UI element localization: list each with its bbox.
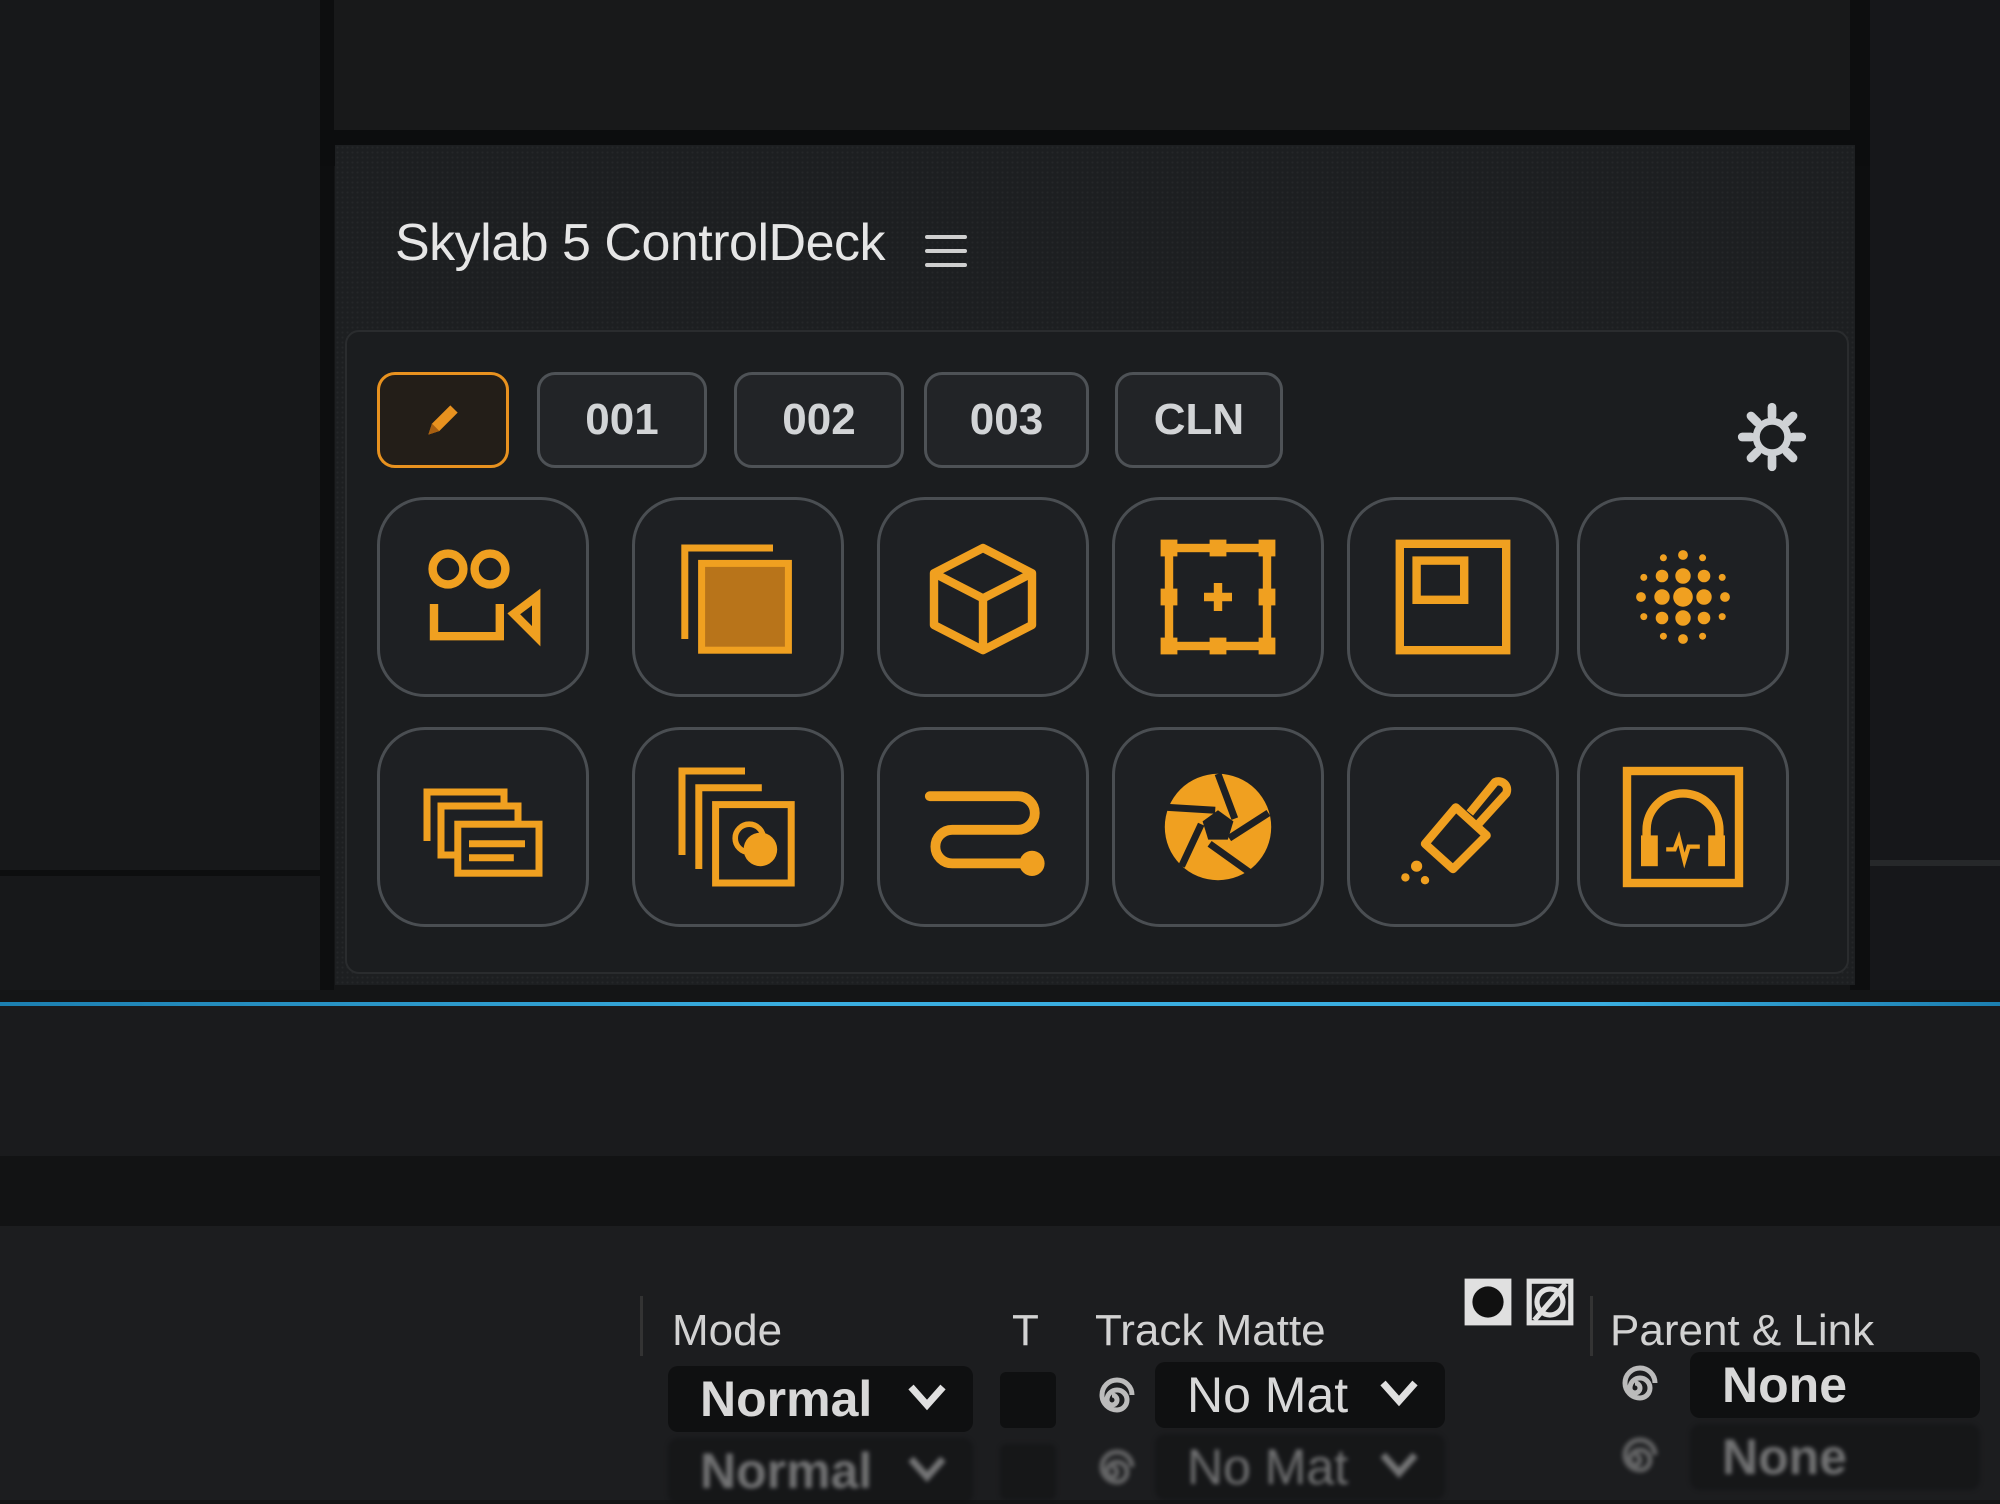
pencil-icon <box>428 405 458 435</box>
audio-headphones-icon <box>1622 766 1744 888</box>
inverted-matte-icon[interactable] <box>1524 1276 1576 1328</box>
mode-value: Normal <box>700 1371 873 1427</box>
tab-edit[interactable] <box>377 372 509 468</box>
parent-dropdown[interactable]: None <box>1690 1352 1980 1418</box>
panel-separator <box>0 1156 2000 1226</box>
parent-pickwhip-icon[interactable] <box>1605 1430 1665 1490</box>
3d-cube-button[interactable] <box>877 497 1089 697</box>
panel-title: Skylab 5 ControlDeck <box>395 214 886 272</box>
null-object-button[interactable] <box>1112 497 1324 697</box>
right-column-panel <box>1850 0 2000 990</box>
track-matte-value: No Mat <box>1187 1367 1349 1423</box>
camera-icon <box>428 549 541 647</box>
column-divider <box>640 1296 643 1356</box>
precomp-button[interactable] <box>1347 497 1559 697</box>
halftone-dots-button[interactable] <box>1577 497 1789 697</box>
chevron-down-icon <box>1380 1452 1418 1479</box>
left-column-panel <box>0 0 334 990</box>
mode-value: Normal <box>700 1443 873 1499</box>
track-matte-header[interactable]: Track Matte <box>1095 1306 1326 1356</box>
chevron-down-icon <box>1380 1380 1418 1407</box>
null-object-icon <box>1160 539 1276 655</box>
tab-003[interactable]: 003 <box>924 372 1089 468</box>
track-matte-dropdown[interactable]: No Mat <box>1155 1434 1445 1500</box>
mode-dropdown[interactable]: Normal <box>668 1438 973 1504</box>
tab-cln[interactable]: CLN <box>1115 372 1283 468</box>
solid-layer-button[interactable] <box>632 497 844 697</box>
solid-layer-icon <box>681 544 792 654</box>
track-matte-value: No Mat <box>1187 1439 1349 1495</box>
track-matte-toggle[interactable] <box>1000 1444 1056 1500</box>
tab-002[interactable]: 002 <box>734 372 904 468</box>
parent-link-header[interactable]: Parent & Link <box>1610 1306 1874 1356</box>
cleanup-brush-icon <box>1401 777 1512 885</box>
controldeck-panel: Skylab 5 ControlDeck 001 002 003 CLN <box>335 145 1855 985</box>
cleanup-brush-button[interactable] <box>1347 727 1559 927</box>
t-header[interactable]: T <box>1012 1306 1039 1356</box>
track-matte-dropdown[interactable]: No Mat <box>1155 1362 1445 1428</box>
precomp-icon <box>1395 539 1511 655</box>
camera-button[interactable] <box>377 497 589 697</box>
pickwhip-icon[interactable] <box>1082 1442 1142 1502</box>
timeline-panel: Mode T Track Matte Parent & Link Normal … <box>0 1226 2000 1504</box>
halftone-dots-icon <box>1636 550 1730 644</box>
column-divider-2 <box>1590 1296 1593 1356</box>
parent-value: None <box>1722 1357 1847 1413</box>
chevron-down-icon <box>908 1456 946 1483</box>
mode-header[interactable]: Mode <box>672 1306 782 1356</box>
pickwhip-icon[interactable] <box>1082 1370 1142 1430</box>
track-matte-toggle[interactable] <box>1000 1372 1056 1428</box>
3d-cube-icon <box>929 543 1037 655</box>
tab-001[interactable]: 001 <box>537 372 707 468</box>
hamburger-menu-icon[interactable] <box>925 235 967 271</box>
parent-dropdown[interactable]: None <box>1690 1424 1980 1490</box>
audio-headphones-button[interactable] <box>1577 727 1789 927</box>
motion-path-button[interactable] <box>877 727 1089 927</box>
gear-icon[interactable] <box>1737 402 1807 472</box>
layer-stack-button[interactable] <box>632 727 844 927</box>
alpha-matte-icon[interactable] <box>1462 1276 1514 1328</box>
button-deck: 001 002 003 CLN <box>345 330 1849 974</box>
stacked-cards-button[interactable] <box>377 727 589 927</box>
mode-dropdown[interactable]: Normal <box>668 1366 973 1432</box>
aperture-button[interactable] <box>1112 727 1324 927</box>
aperture-icon <box>1164 772 1272 881</box>
stacked-cards-icon <box>423 788 543 877</box>
composition-area <box>0 1006 2000 1156</box>
chevron-down-icon <box>908 1384 946 1411</box>
parent-pickwhip-icon[interactable] <box>1605 1358 1665 1418</box>
motion-path-icon <box>924 791 1045 876</box>
layer-stack-icon <box>678 767 795 887</box>
parent-value: None <box>1722 1429 1847 1485</box>
